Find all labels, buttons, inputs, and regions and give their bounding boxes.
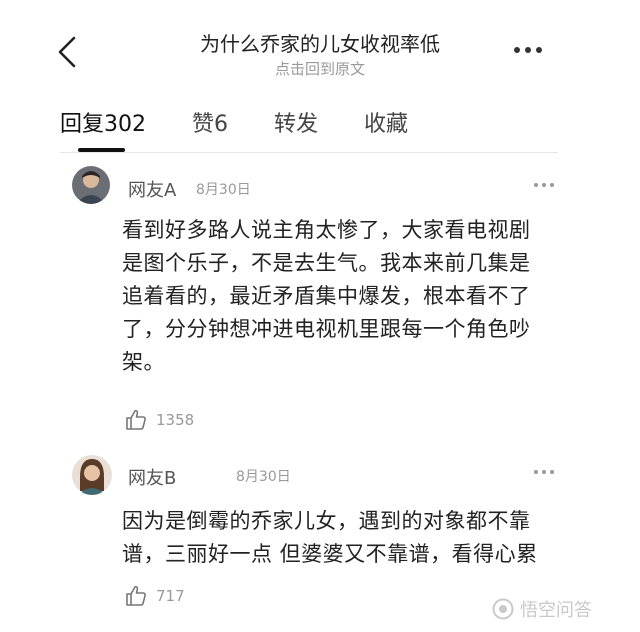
comment-more-icon[interactable] [534, 183, 554, 187]
tab-replies[interactable]: 回复302 [60, 106, 146, 146]
tab-label: 赞 [192, 112, 215, 137]
tab-count: 302 [104, 112, 147, 137]
tab-count: 6 [214, 112, 229, 137]
comment-body: 看到好多路人说主角太惨了，大家看电视剧 是图个乐子，不是去生气。我本来前几集是 … [122, 214, 531, 379]
tab-favorite[interactable]: 收藏 [364, 106, 408, 146]
tab-repost[interactable]: 转发 [274, 106, 318, 146]
avatar[interactable] [72, 166, 110, 204]
avatar-image-icon [72, 166, 110, 204]
divider [60, 152, 558, 153]
more-options-icon[interactable] [514, 40, 550, 60]
back-to-original-link[interactable]: 点击回到原文 [0, 58, 640, 79]
commenter-name[interactable]: 网友A [128, 176, 176, 202]
like-button[interactable]: 717 [124, 584, 185, 608]
comment-line: 因为是倒霉的乔家儿女，遇到的对象都不靠 [122, 509, 531, 533]
commenter-name[interactable]: 网友B [128, 464, 176, 490]
comment-line: 是图个乐子，不是去生气。我本来前几集是 [122, 251, 531, 275]
comment-more-icon[interactable] [534, 470, 554, 474]
tab-bar: 回复302 赞6 转发 收藏 [60, 106, 454, 146]
tab-label: 转发 [274, 112, 319, 137]
like-button[interactable]: 1358 [124, 408, 194, 432]
avatar-image-icon [72, 455, 112, 495]
comment-body: 因为是倒霉的乔家儿女，遇到的对象都不靠 谱，三丽好一点 但婆婆又不靠谱，看得心累 [122, 505, 538, 571]
avatar[interactable] [72, 455, 112, 495]
wukong-logo-icon [492, 598, 514, 620]
tab-label: 回复 [60, 112, 105, 137]
comment-line: 追着看的，最近矛盾集中爆发，根本看不了 [122, 284, 531, 308]
tab-likes[interactable]: 赞6 [192, 106, 228, 146]
watermark: 悟空问答 [492, 596, 592, 622]
like-count: 1358 [156, 411, 195, 429]
comment-line: 看到好多路人说主角太惨了，大家看电视剧 [122, 218, 531, 242]
tab-label: 收藏 [364, 112, 409, 137]
thumbs-up-icon [126, 409, 146, 430]
thumbs-up-icon [126, 585, 146, 606]
comment-date: 8月30日 [236, 469, 291, 485]
comment-date: 8月30日 [196, 182, 251, 198]
comment-line: 谱，三丽好一点 但婆婆又不靠谱，看得心累 [122, 542, 538, 566]
comment-line: 了，分分钟想冲进电视机里跟每一个角色吵 [122, 317, 531, 341]
like-count: 717 [156, 587, 185, 605]
comment-line: 架。 [122, 350, 165, 374]
watermark-text: 悟空问答 [520, 600, 592, 621]
